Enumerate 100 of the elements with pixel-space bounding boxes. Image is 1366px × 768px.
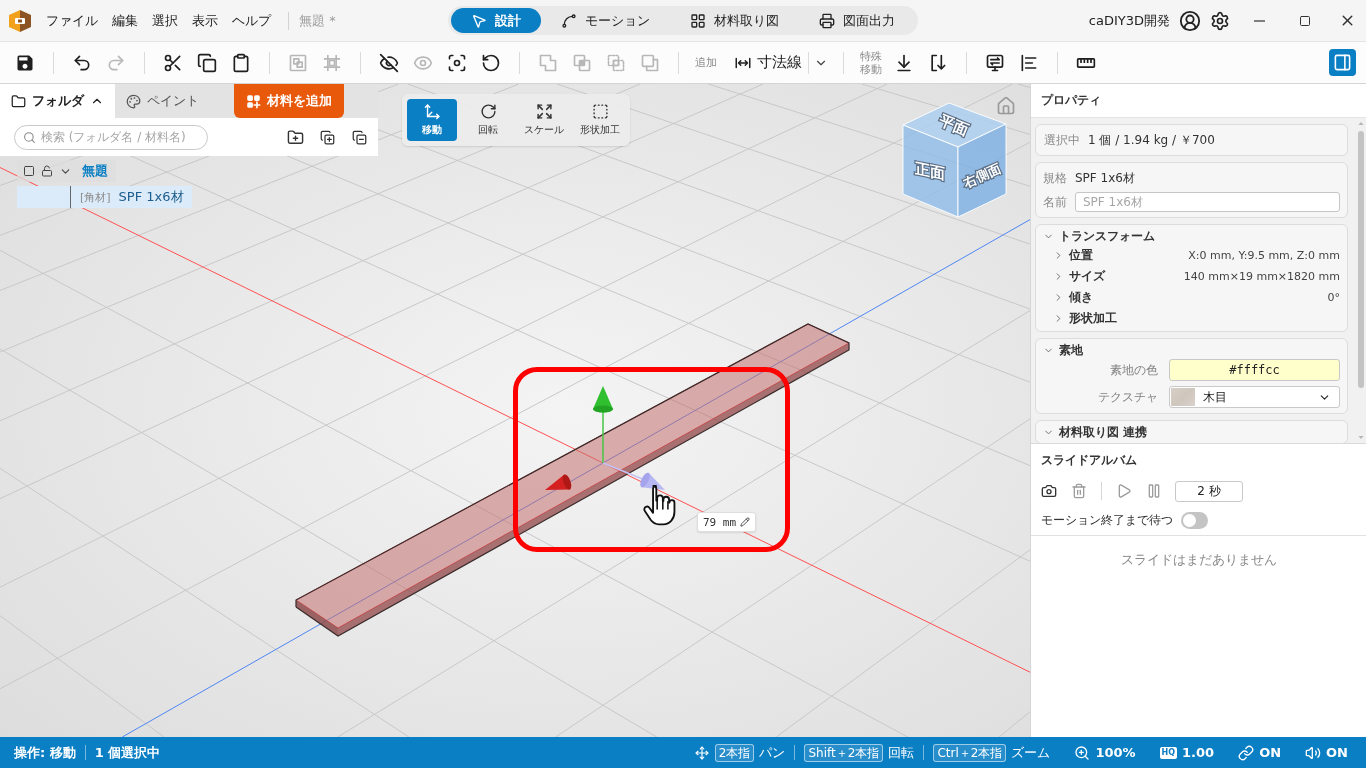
- rotate-icon: [479, 103, 497, 120]
- section-title: 材料取り図 連携: [1059, 425, 1148, 439]
- expand-arrows-icon: [535, 103, 553, 120]
- transform-tool[interactable]: 回転: [463, 99, 513, 141]
- squares-union-icon: [538, 52, 558, 73]
- zoom-in-icon: [1074, 744, 1091, 761]
- spec-value: SPF 1x6材: [1075, 169, 1135, 187]
- side-panel-toggle[interactable]: [1329, 49, 1356, 76]
- tree-item[interactable]: [角材] SPF 1x6材: [17, 186, 192, 208]
- selection-summary: 1 個 / 1.94 kg / ￥700: [1088, 131, 1215, 149]
- transform-tool[interactable]: 形状加工: [575, 99, 625, 141]
- grid-square-icon: [322, 52, 342, 73]
- quality-badge: HQ: [1159, 746, 1178, 759]
- toolbar-caption: 追加: [694, 56, 718, 69]
- status-operation: 操作: 移動: [14, 743, 76, 762]
- dimension-line-button[interactable]: 寸法線: [728, 47, 808, 78]
- dashed-squares-icon: [606, 52, 626, 73]
- empty-message: スライドはまだありません: [1119, 551, 1278, 569]
- quality-value[interactable]: 1.00: [1182, 745, 1215, 760]
- gesture-action: パン: [759, 743, 786, 762]
- property-value: 0°: [1327, 291, 1340, 304]
- copy-icon: [197, 52, 217, 73]
- search-icon: [23, 130, 36, 144]
- checkbox-icon[interactable]: [23, 165, 35, 177]
- property-label: 形状加工: [1069, 310, 1117, 327]
- scissors-icon: [163, 52, 183, 73]
- account-name: caDIY3D開発: [1088, 11, 1170, 30]
- bracket-arrow-down-icon: [928, 52, 948, 73]
- pencil-icon: [740, 517, 751, 527]
- minimize-icon: [1253, 19, 1265, 22]
- printer-icon: [819, 12, 835, 29]
- move-gizmo[interactable]: [545, 386, 665, 490]
- move-arrows-icon: [694, 745, 709, 760]
- interval-field[interactable]: 2 秒: [1175, 480, 1243, 502]
- field-label: テクスチャ: [1097, 388, 1158, 406]
- mode-tab[interactable]: 設計: [451, 8, 541, 33]
- home-view-button[interactable]: [995, 95, 1017, 117]
- menu-item[interactable]: ヘルプ: [225, 7, 278, 34]
- zoom-level[interactable]: 100%: [1095, 745, 1136, 760]
- texture-swatch-icon: [1171, 388, 1195, 406]
- dimension-value-button[interactable]: 79 mm: [697, 512, 757, 532]
- palette-icon: [126, 93, 141, 109]
- gesture-action: ズーム: [1011, 743, 1051, 762]
- clipboard-icon: [231, 52, 251, 73]
- overlapping-squares-icon: [640, 52, 660, 73]
- menu-item[interactable]: ファイル: [39, 7, 105, 34]
- folder-icon: [11, 93, 26, 109]
- color-field[interactable]: #ffffcc: [1169, 359, 1340, 381]
- monitor-icon: [985, 52, 1005, 73]
- align-left-icon: [1019, 52, 1039, 73]
- sound-status[interactable]: ON: [1326, 745, 1348, 760]
- wood-board[interactable]: [295, 323, 850, 637]
- redo-icon: [106, 52, 126, 73]
- key-hint: Shift＋2本指: [804, 743, 884, 762]
- panel-tab[interactable]: ペイント: [115, 84, 230, 118]
- mode-tab[interactable]: 材料取り図: [670, 8, 799, 33]
- transform-tool[interactable]: 移動: [407, 99, 457, 141]
- wait-toggle[interactable]: [1181, 511, 1208, 529]
- transform-tool[interactable]: スケール: [519, 99, 569, 141]
- unlock-icon[interactable]: [41, 165, 53, 177]
- grid-icon: [690, 12, 706, 29]
- cursor-arrow-icon: [471, 12, 487, 29]
- field-label: 選択中: [1044, 131, 1080, 149]
- property-value: 140 mm×19 mm×1820 mm: [1183, 270, 1340, 283]
- play-icon: [1116, 483, 1132, 499]
- mode-tab[interactable]: モーション: [541, 8, 670, 33]
- toolbar-caption: 特殊移動: [859, 49, 883, 76]
- speaker-icon: [1305, 744, 1322, 761]
- gesture-action: 回転: [888, 743, 915, 762]
- field-label: 規格: [1043, 169, 1067, 187]
- curve-path-icon: [561, 12, 577, 29]
- document-title: 無題 *: [299, 11, 336, 30]
- dashed-square-icon: [591, 103, 609, 120]
- link-status[interactable]: ON: [1259, 745, 1282, 760]
- pause-icon: [1146, 483, 1162, 499]
- key-hint: Ctrl＋2本指: [933, 743, 1007, 762]
- menu-item[interactable]: 編集: [105, 7, 145, 34]
- chevron-right-icon[interactable]: [1053, 250, 1064, 261]
- menu-item[interactable]: 選択: [145, 7, 185, 34]
- add-material-button[interactable]: 材料を追加: [234, 84, 344, 118]
- property-label: サイズ: [1069, 268, 1105, 285]
- property-value: X:0 mm, Y:9.5 mm, Z:0 mm: [1188, 249, 1340, 262]
- panel-tab[interactable]: フォルダ: [0, 84, 115, 118]
- rotate-ccw-icon: [481, 52, 501, 73]
- maximize-icon: [1299, 14, 1311, 27]
- property-label: 傾き: [1069, 289, 1093, 306]
- section-title: トランスフォーム: [1059, 229, 1155, 243]
- focus-icon: [447, 52, 467, 73]
- squares-intersect-icon: [572, 52, 592, 73]
- nested-squares-icon: [288, 52, 308, 73]
- mode-tab[interactable]: 図面出力: [799, 8, 915, 33]
- field-label: 名前: [1043, 193, 1067, 211]
- menu-item[interactable]: 表示: [185, 7, 225, 34]
- texture-select[interactable]: 木目: [1169, 386, 1340, 408]
- house-icon: [996, 96, 1016, 116]
- trash-icon: [1071, 483, 1087, 499]
- panel-right-icon: [1333, 53, 1352, 72]
- camera-icon: [1041, 483, 1057, 499]
- name-input[interactable]: SPF 1x6材: [1075, 192, 1340, 212]
- link-icon: [1238, 744, 1255, 761]
